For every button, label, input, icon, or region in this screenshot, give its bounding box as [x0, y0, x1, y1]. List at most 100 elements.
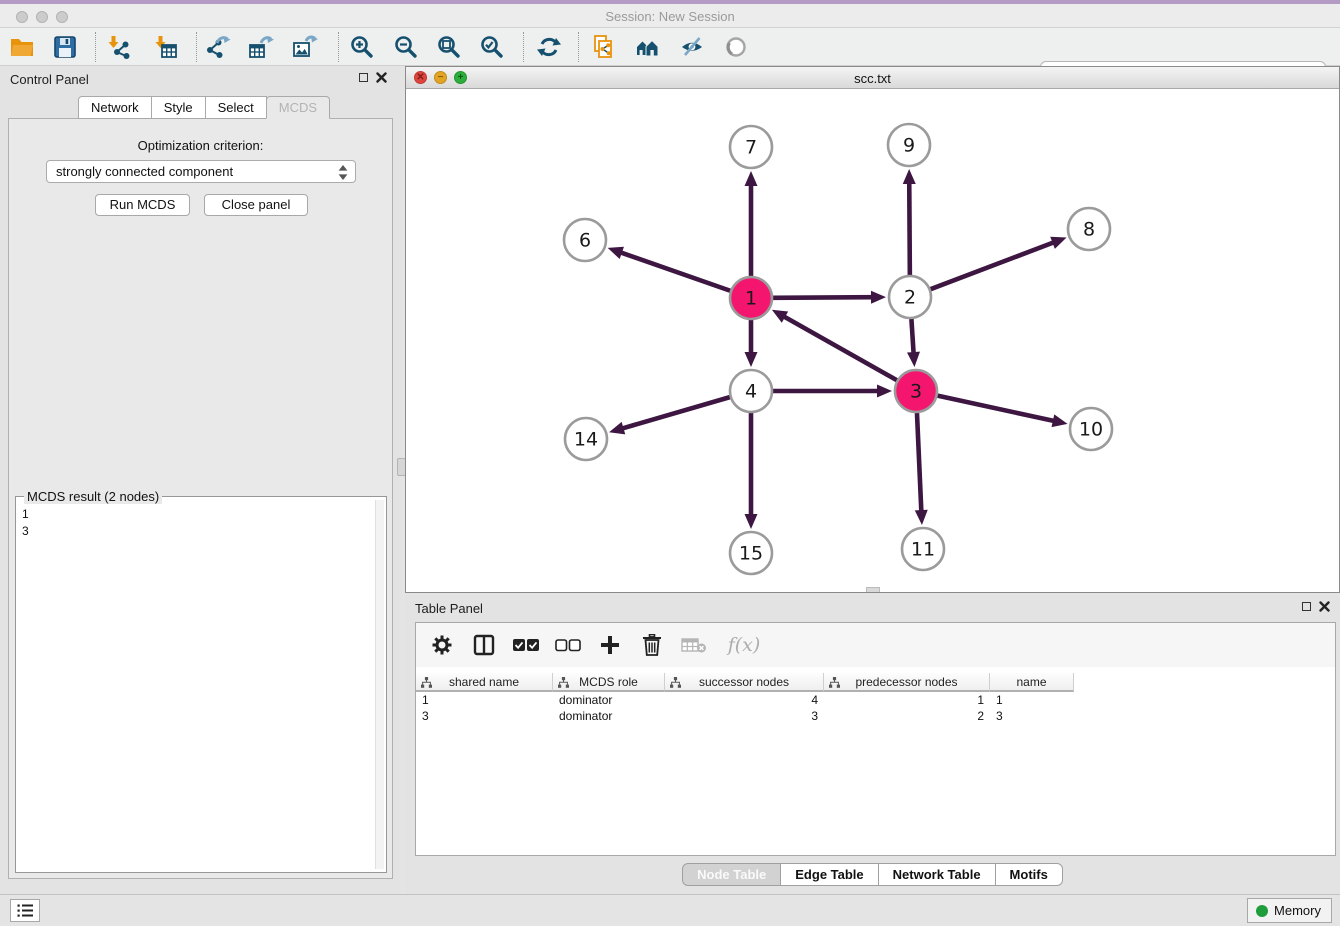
tab-select[interactable]: Select [205, 96, 267, 119]
control-panel: Control Panel NetworkStyleSelectMCDS Opt… [0, 66, 401, 894]
tab-edge-table[interactable]: Edge Table [780, 863, 878, 886]
export-table-icon[interactable] [244, 31, 278, 63]
select-all-columns-icon[interactable] [512, 631, 540, 659]
edge-arrowhead [745, 352, 758, 367]
export-network-icon[interactable] [201, 31, 235, 63]
hide-selected-eye-icon[interactable] [675, 31, 709, 63]
function-builder-icon[interactable]: f(x) [722, 631, 766, 659]
toolbar-separator [95, 32, 96, 62]
graph-node-label-4: 4 [745, 381, 757, 403]
edge-4-14[interactable] [622, 397, 730, 429]
edge-2-8[interactable] [931, 242, 1055, 289]
column-header-label: name [1016, 675, 1046, 689]
memory-status-dot [1256, 905, 1268, 917]
close-panel-button[interactable]: Close panel [204, 194, 308, 216]
network-splitter-grip[interactable] [866, 587, 880, 592]
import-table-icon[interactable] [148, 31, 182, 63]
close-table-panel-icon[interactable] [1319, 601, 1330, 612]
duplicate-network-icon[interactable] [587, 31, 621, 63]
save-session-icon[interactable] [48, 31, 82, 63]
mcds-result-scrollbar[interactable] [375, 500, 384, 869]
table-panel-title: Table Panel [415, 601, 483, 616]
graph-node-label-7: 7 [745, 137, 757, 159]
main-toolbar [0, 28, 1340, 66]
task-list-icon [17, 903, 34, 918]
column-header-label: shared name [449, 675, 519, 689]
table-cell[interactable]: dominator [553, 692, 665, 708]
apply-layout-icon[interactable] [532, 31, 566, 63]
edge-arrowhead [745, 171, 758, 186]
tab-style[interactable]: Style [151, 96, 206, 119]
zoom-fit-icon[interactable] [432, 31, 466, 63]
show-all-eye-icon[interactable] [719, 31, 753, 63]
close-panel-icon[interactable] [376, 72, 387, 83]
node-table-rows: 1dominator4113dominator323 [416, 692, 1335, 724]
open-ndex-home-icon[interactable] [631, 31, 665, 63]
graph-node-label-10: 10 [1079, 419, 1103, 441]
table-cell[interactable]: 3 [416, 708, 553, 724]
edge-1-6[interactable] [620, 252, 730, 291]
tab-mcds[interactable]: MCDS [266, 96, 330, 119]
window-titlebar[interactable]: Session: New Session [0, 4, 1340, 28]
table-cell[interactable]: 3 [665, 708, 824, 724]
column-header-label: predecessor nodes [855, 675, 957, 689]
delete-column-trash-icon[interactable] [638, 631, 666, 659]
tab-network[interactable]: Network [78, 96, 152, 119]
mcds-result-group: MCDS result (2 nodes) 13 [15, 496, 387, 873]
table-row[interactable]: 1dominator411 [416, 692, 1335, 708]
column-header-successor-nodes[interactable]: successor nodes [665, 673, 824, 692]
column-layout-icon[interactable] [470, 631, 498, 659]
tab-network-table[interactable]: Network Table [878, 863, 996, 886]
edge-3-11[interactable] [917, 413, 921, 512]
network-canvas[interactable]: 1234678910111415 [406, 89, 1339, 592]
node-table: shared name MCDS role successor nodes prede… [416, 673, 1335, 724]
table-panel: Table Panel [405, 595, 1340, 894]
table-row[interactable]: 3dominator323 [416, 708, 1335, 724]
mcds-result-title: MCDS result (2 nodes) [24, 489, 162, 504]
column-header-shared-name[interactable]: shared name [416, 673, 553, 692]
edge-3-1[interactable] [783, 316, 897, 380]
tab-motifs[interactable]: Motifs [995, 863, 1063, 886]
deselect-all-columns-icon[interactable] [554, 631, 582, 659]
tab-node-table[interactable]: Node Table [682, 863, 781, 886]
edge-2-3[interactable] [911, 319, 913, 354]
table-cell[interactable]: dominator [553, 708, 665, 724]
graph-node-label-6: 6 [579, 230, 591, 252]
table-cell[interactable]: 1 [990, 692, 1074, 708]
zoom-in-icon[interactable] [345, 31, 379, 63]
edge-3-10[interactable] [937, 396, 1054, 421]
delete-table-icon[interactable] [680, 631, 708, 659]
edge-2-9[interactable] [909, 182, 910, 275]
graph-node-label-1: 1 [745, 288, 757, 310]
table-cell[interactable]: 4 [665, 692, 824, 708]
graph-node-label-2: 2 [904, 287, 916, 309]
export-image-icon[interactable] [288, 31, 322, 63]
float-panel-icon[interactable] [359, 73, 368, 82]
zoom-selected-icon[interactable] [475, 31, 509, 63]
column-header-predecessor-nodes[interactable]: predecessor nodes [824, 673, 990, 692]
column-header-MCDS-role[interactable]: MCDS role [553, 673, 665, 692]
table-panel-tabs: Node TableEdge TableNetwork TableMotifs [405, 863, 1340, 886]
open-file-icon[interactable] [5, 31, 39, 63]
table-cell[interactable]: 3 [990, 708, 1074, 724]
control-panel-tabs: NetworkStyleSelectMCDS [78, 96, 330, 119]
table-cell[interactable]: 1 [824, 692, 990, 708]
table-cell[interactable]: 1 [416, 692, 553, 708]
zoom-out-icon[interactable] [389, 31, 423, 63]
column-header-name[interactable]: name [990, 673, 1074, 692]
float-table-panel-icon[interactable] [1302, 602, 1311, 611]
control-panel-window-controls [359, 72, 387, 83]
run-mcds-button[interactable]: Run MCDS [95, 194, 190, 216]
column-header-label: successor nodes [699, 675, 789, 689]
network-window-titlebar[interactable]: ✕ − + scc.txt [406, 67, 1339, 89]
edge-1-2[interactable] [773, 297, 873, 298]
table-settings-gear-icon[interactable] [428, 631, 456, 659]
edge-arrowhead [871, 291, 886, 304]
optimization-criterion-select[interactable]: strongly connected component [46, 160, 356, 183]
memory-button[interactable]: Memory [1247, 898, 1332, 923]
task-history-button[interactable] [10, 899, 40, 922]
add-column-icon[interactable] [596, 631, 624, 659]
table-cell[interactable]: 2 [824, 708, 990, 724]
toolbar-separator [196, 32, 197, 62]
import-network-icon[interactable] [101, 31, 135, 63]
